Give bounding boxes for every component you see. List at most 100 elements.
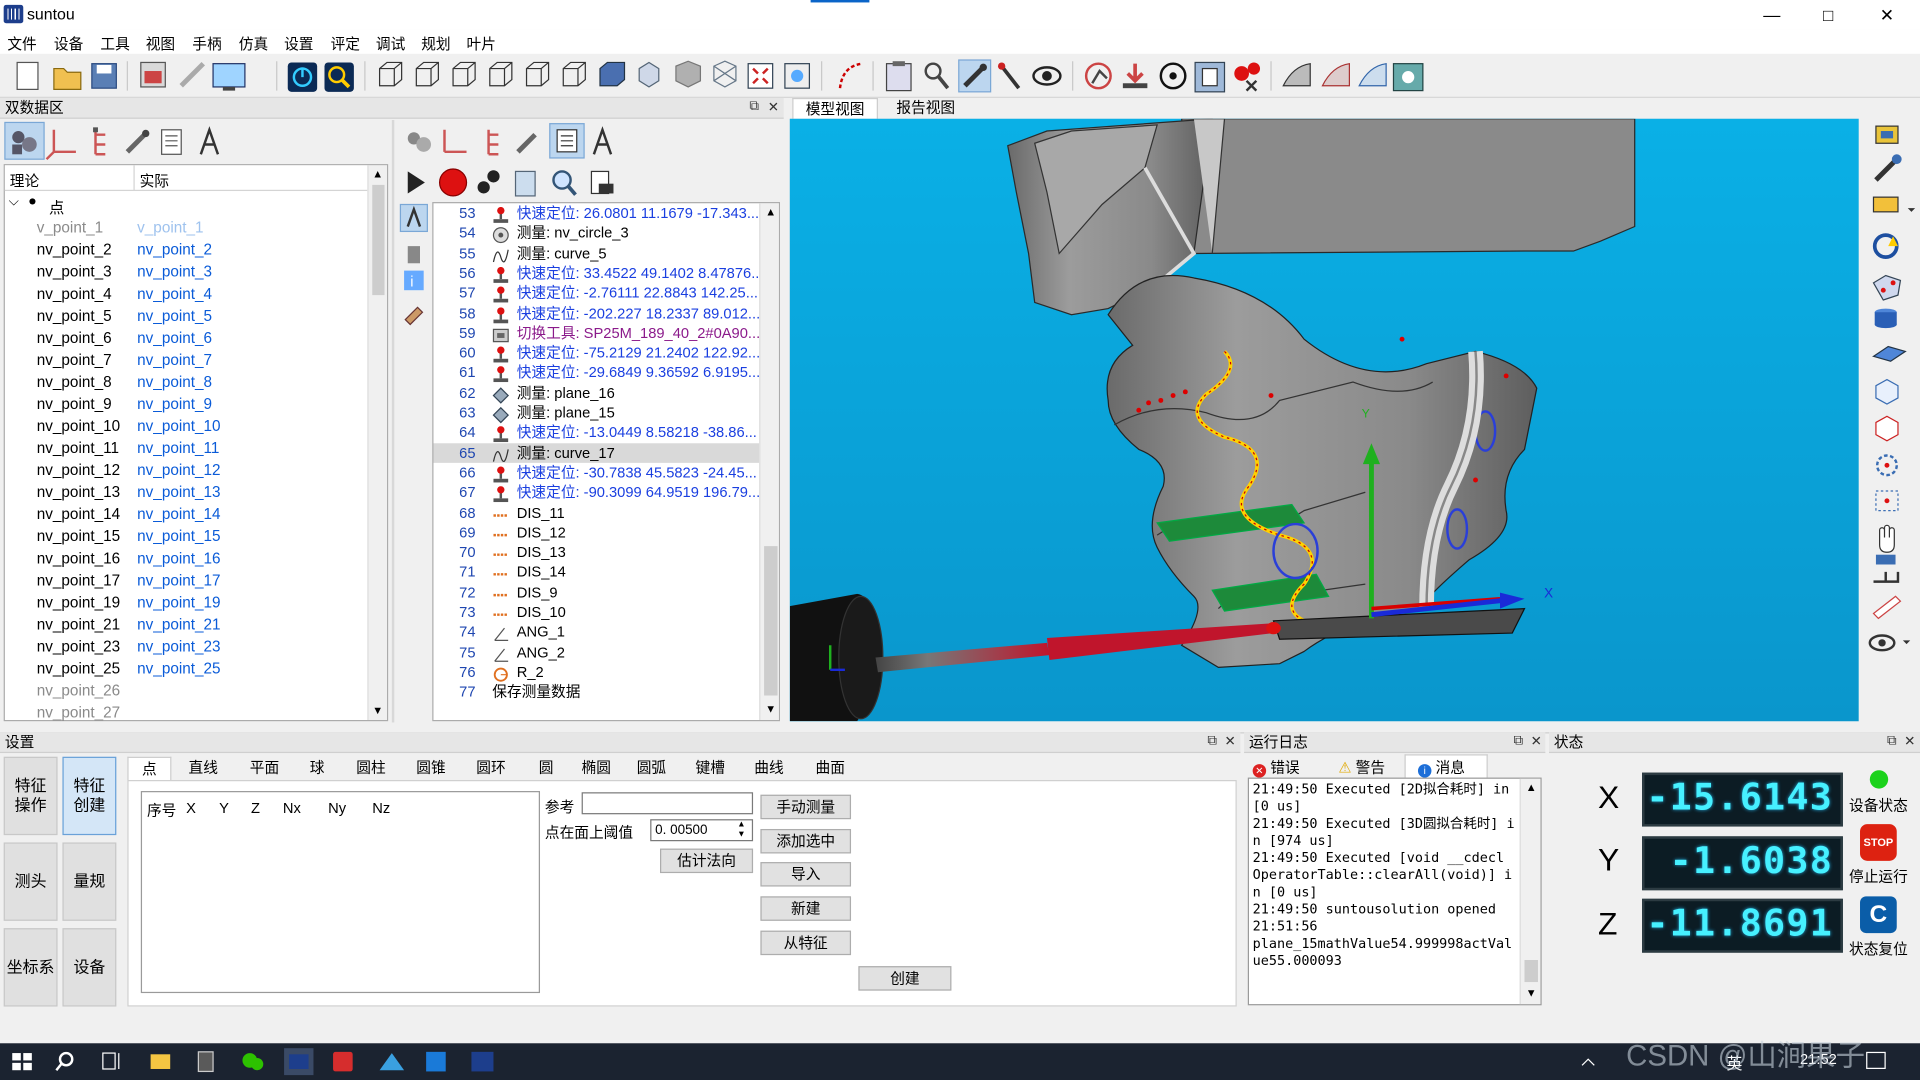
program-row[interactable]: 63 测量: plane_15 — [433, 403, 759, 424]
program-row[interactable]: 71 DIS_14 — [433, 563, 759, 583]
menu-5[interactable]: 仿真 — [239, 33, 268, 54]
tab-feature-8[interactable]: 椭圆 — [573, 757, 620, 780]
point-row[interactable]: nv_point_27 — [5, 702, 367, 724]
stop-button[interactable]: STOP — [1860, 824, 1897, 861]
point-row[interactable]: nv_point_19 nv_point_19 — [5, 591, 367, 613]
tab-report-view[interactable]: 报告视图 — [883, 98, 969, 119]
program-row[interactable]: 61 快速定位: -29.6849 9.36592 6.9195... — [433, 363, 760, 383]
col-header[interactable]: Z — [251, 800, 260, 817]
expand-icon[interactable]: ⌵ — [9, 195, 19, 211]
program-row[interactable]: 59 切换工具: SP25M_189_40_2#0A90... — [433, 323, 760, 343]
import-button[interactable]: 导入 — [760, 862, 852, 888]
tab-warnings[interactable]: ⚠ 警告 — [1338, 757, 1411, 776]
menu-6[interactable]: 设置 — [284, 33, 313, 54]
tab-model-view[interactable]: 模型视图 — [792, 97, 878, 119]
point-row[interactable]: nv_point_25 nv_point_25 — [5, 658, 367, 680]
tab-feature-2[interactable]: 平面 — [235, 757, 294, 780]
scroll-up-icon[interactable]: ▲ — [372, 168, 383, 180]
menu-2[interactable]: 工具 — [100, 33, 129, 54]
tree-root-label[interactable]: 点 — [49, 195, 64, 218]
notification-icon[interactable] — [1866, 1051, 1886, 1069]
program-row[interactable]: 68 DIS_11 — [433, 503, 759, 523]
tab-feature-12[interactable]: 曲面 — [801, 757, 860, 780]
log-scrollbar[interactable]: ▲ ▼ — [1519, 778, 1541, 1005]
program-row[interactable]: 54 测量: nv_circle_3 — [433, 223, 759, 244]
scroll-down-icon[interactable]: ▼ — [1526, 987, 1537, 999]
float-icon[interactable]: ⧉ — [1513, 733, 1523, 749]
program-row[interactable]: 74 ANG_1 — [433, 622, 759, 642]
float-icon[interactable]: ⧉ — [1207, 733, 1217, 749]
point-row[interactable]: nv_point_2 nv_point_2 — [5, 239, 367, 261]
scroll-up-icon[interactable]: ▲ — [1526, 781, 1537, 793]
program-row[interactable]: 56 快速定位: 33.4522 49.1402 8.47876... — [433, 263, 763, 283]
scroll-up-icon[interactable]: ▲ — [765, 206, 776, 218]
point-row[interactable]: nv_point_3 nv_point_3 — [5, 261, 367, 283]
tab-feature-1[interactable]: 直线 — [174, 757, 233, 780]
estimate-normal-button[interactable]: 估计法向 — [660, 848, 754, 874]
program-row[interactable]: 53 快速定位: 26.0801 11.1679 -17.343... — [433, 203, 759, 223]
scroll-down-icon[interactable]: ▼ — [372, 704, 383, 716]
tab-feature-6[interactable]: 圆环 — [462, 757, 521, 780]
program-row[interactable]: 57 快速定位: -2.76111 22.8843 142.25... — [433, 283, 759, 303]
point-row[interactable]: nv_point_21 nv_point_21 — [5, 613, 367, 635]
from-feature-button[interactable]: 从特征 — [760, 930, 852, 955]
program-row[interactable]: 76 R_2 — [433, 662, 759, 682]
spin-arrows-icon[interactable]: ▲ ▼ — [737, 820, 745, 840]
feature-create-button[interactable]: 特征 创建 — [62, 756, 117, 836]
point-row[interactable]: nv_point_26 — [5, 680, 367, 702]
tab-feature-5[interactable]: 圆锥 — [402, 757, 461, 780]
program-row[interactable]: 75 ANG_2 — [433, 642, 759, 662]
col-header[interactable]: 序号 — [147, 800, 176, 821]
point-row[interactable]: nv_point_17 nv_point_17 — [5, 569, 367, 591]
close-panel-icon[interactable]: ✕ — [1225, 733, 1236, 750]
point-row[interactable]: nv_point_6 nv_point_6 — [5, 327, 367, 349]
program-row[interactable]: 73 DIS_10 — [433, 602, 759, 622]
point-row[interactable]: nv_point_10 nv_point_10 — [5, 415, 367, 437]
tab-feature-10[interactable]: 键槽 — [683, 757, 737, 780]
probe-button[interactable]: 测头 — [3, 842, 58, 921]
program-row[interactable]: 66 快速定位: -30.7838 45.5823 -24.45... — [433, 463, 759, 483]
point-row[interactable]: nv_point_4 nv_point_4 — [5, 283, 367, 305]
ref-input[interactable] — [581, 792, 754, 815]
gauge-button[interactable]: 量规 — [62, 842, 117, 921]
close-panel-icon[interactable]: ✕ — [1904, 733, 1915, 750]
log-text[interactable]: 21:49:50 Executed [2D拟合耗时] in [0 us] 21:… — [1247, 777, 1542, 1006]
program-row[interactable]: 72 DIS_9 — [433, 582, 759, 602]
program-row[interactable]: 70 DIS_13 — [433, 543, 759, 563]
maximize-button[interactable]: □ — [1800, 0, 1856, 29]
tree-scrollbar[interactable]: ▲ ▼ — [367, 165, 387, 721]
blade-model-render[interactable]: Y X — [789, 118, 1859, 722]
program-row[interactable]: 60 快速定位: -75.2129 21.2402 122.92... — [433, 343, 760, 363]
program-row[interactable]: 64 快速定位: -13.0449 8.58218 -38.86... — [433, 423, 759, 443]
minimize-button[interactable]: — — [1744, 0, 1800, 29]
col-header[interactable]: Nx — [283, 800, 301, 817]
program-row[interactable]: 67 快速定位: -90.3099 64.9519 196.79... — [433, 483, 760, 503]
program-row[interactable]: 65 测量: curve_17 — [433, 442, 760, 463]
menu-7[interactable]: 评定 — [331, 33, 360, 54]
point-row[interactable]: nv_point_11 nv_point_11 — [5, 437, 367, 459]
menu-1[interactable]: 设备 — [54, 33, 83, 54]
program-row[interactable]: 55 测量: curve_5 — [433, 243, 759, 263]
col-header[interactable]: Y — [219, 800, 229, 817]
point-row[interactable]: v_point_1 v_point_1 — [5, 217, 367, 239]
point-row[interactable]: nv_point_15 nv_point_15 — [5, 525, 367, 547]
point-row[interactable]: nv_point_13 nv_point_13 — [5, 481, 367, 503]
point-row[interactable]: nv_point_16 nv_point_16 — [5, 547, 367, 569]
reset-button[interactable]: C — [1860, 896, 1897, 934]
tab-feature-9[interactable]: 圆弧 — [622, 757, 681, 780]
point-table[interactable]: 序号 X Y Z Nx Ny Nz — [140, 791, 541, 994]
program-row[interactable]: 69 DIS_12 — [433, 523, 759, 543]
point-row[interactable]: nv_point_23 nv_point_23 — [5, 636, 367, 658]
menu-3[interactable]: 视图 — [146, 33, 175, 54]
menu-8[interactable]: 调试 — [376, 33, 405, 54]
tab-messages[interactable]: i 消息 — [1404, 754, 1488, 778]
feature-operation-button[interactable]: 特征 操作 — [3, 756, 58, 836]
device-button[interactable]: 设备 — [62, 928, 117, 1007]
point-row[interactable]: nv_point_14 nv_point_14 — [5, 503, 367, 525]
col-header[interactable]: X — [186, 800, 196, 817]
coord-system-button[interactable]: 坐标系 — [3, 928, 58, 1007]
tab-errors[interactable]: ✕ 错误 — [1252, 757, 1339, 778]
point-row[interactable]: nv_point_12 nv_point_12 — [5, 459, 367, 481]
menu-4[interactable]: 手柄 — [192, 33, 221, 54]
point-row[interactable]: nv_point_8 nv_point_8 — [5, 371, 367, 393]
